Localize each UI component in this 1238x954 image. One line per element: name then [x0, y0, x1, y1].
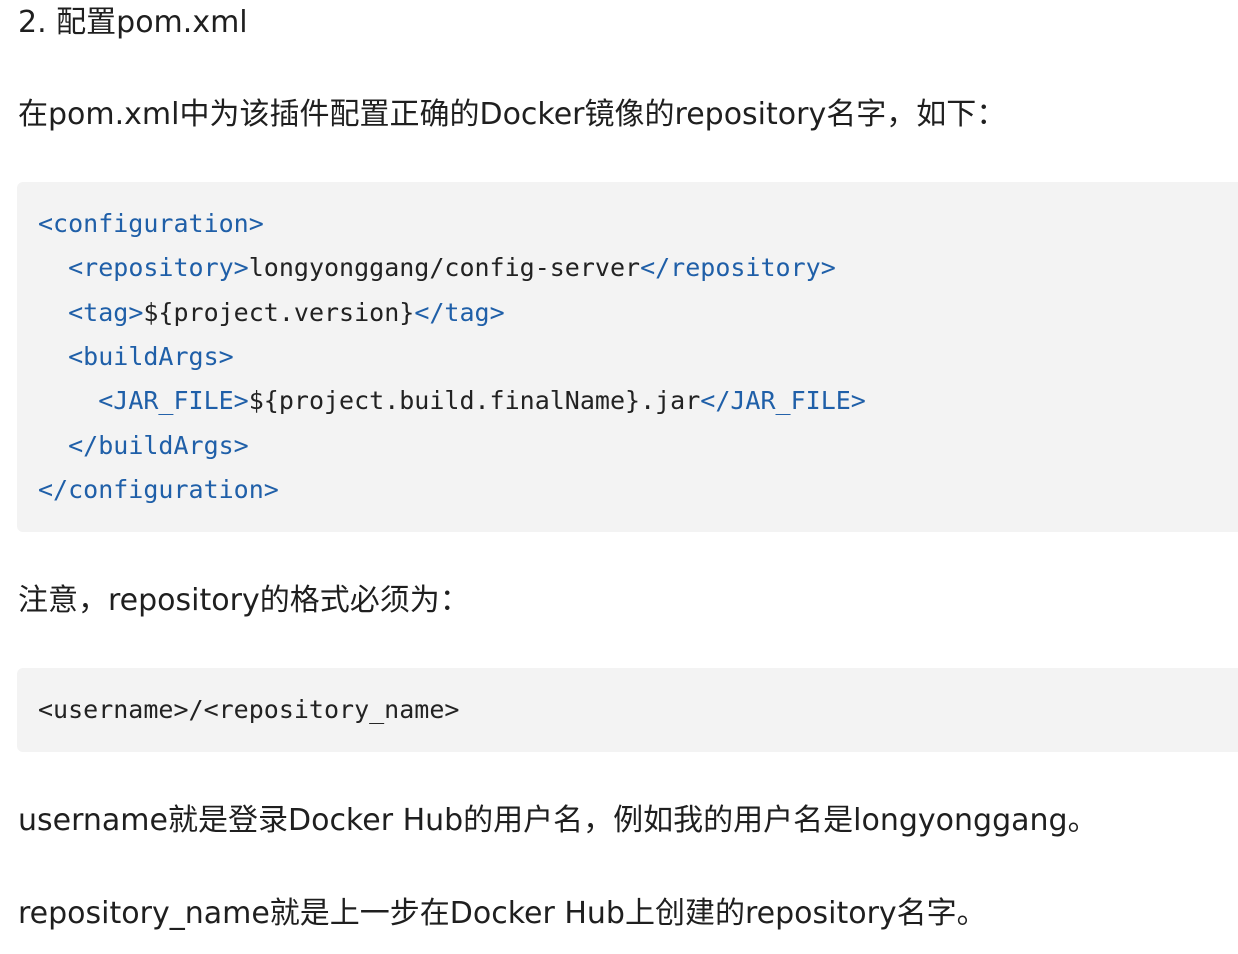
xml-close-tag: </JAR_FILE> — [700, 386, 866, 415]
xml-open-tag: <JAR_FILE> — [98, 386, 249, 415]
code-line: </buildArgs> — [38, 431, 249, 461]
xml-open-tag: <tag> — [68, 298, 144, 327]
code-block-format: <username>/<repository_name> — [17, 668, 1238, 752]
code-line: </configuration> — [38, 475, 279, 505]
username-explanation: username就是登录Docker Hub的用户名，例如我的用户名是longy… — [18, 803, 1098, 838]
xml-close-tag: </repository> — [640, 253, 836, 282]
xml-value: ${project.version} — [143, 298, 415, 327]
xml-close-tag: </buildArgs> — [68, 431, 249, 460]
note-paragraph: 注意，repository的格式必须为： — [18, 583, 470, 618]
code-line: <JAR_FILE>${project.build.finalName}.jar… — [38, 386, 866, 416]
section-heading: 2. 配置pom.xml — [18, 5, 248, 40]
xml-close-tag: </tag> — [414, 298, 505, 327]
code-line: <username>/<repository_name> — [38, 695, 460, 724]
code-line: <configuration> — [38, 209, 264, 239]
intro-paragraph: 在pom.xml中为该插件配置正确的Docker镜像的repository名字，… — [18, 97, 1007, 132]
xml-close-tag: </configuration> — [38, 475, 279, 504]
repository-explanation: repository_name就是上一步在Docker Hub上创建的repos… — [18, 896, 987, 931]
code-line: <repository>longyonggang/config-server</… — [38, 253, 836, 283]
code-line: <tag>${project.version}</tag> — [38, 298, 505, 328]
xml-open-tag: <configuration> — [38, 209, 264, 238]
xml-open-tag: <buildArgs> — [68, 342, 234, 371]
xml-value: ${project.build.finalName}.jar — [248, 386, 701, 415]
code-block-pom-config: <configuration> <repository>longyonggang… — [17, 182, 1238, 532]
xml-open-tag: <repository> — [68, 253, 249, 282]
xml-value: longyonggang/config-server — [248, 253, 641, 282]
code-line: <buildArgs> — [38, 342, 234, 372]
